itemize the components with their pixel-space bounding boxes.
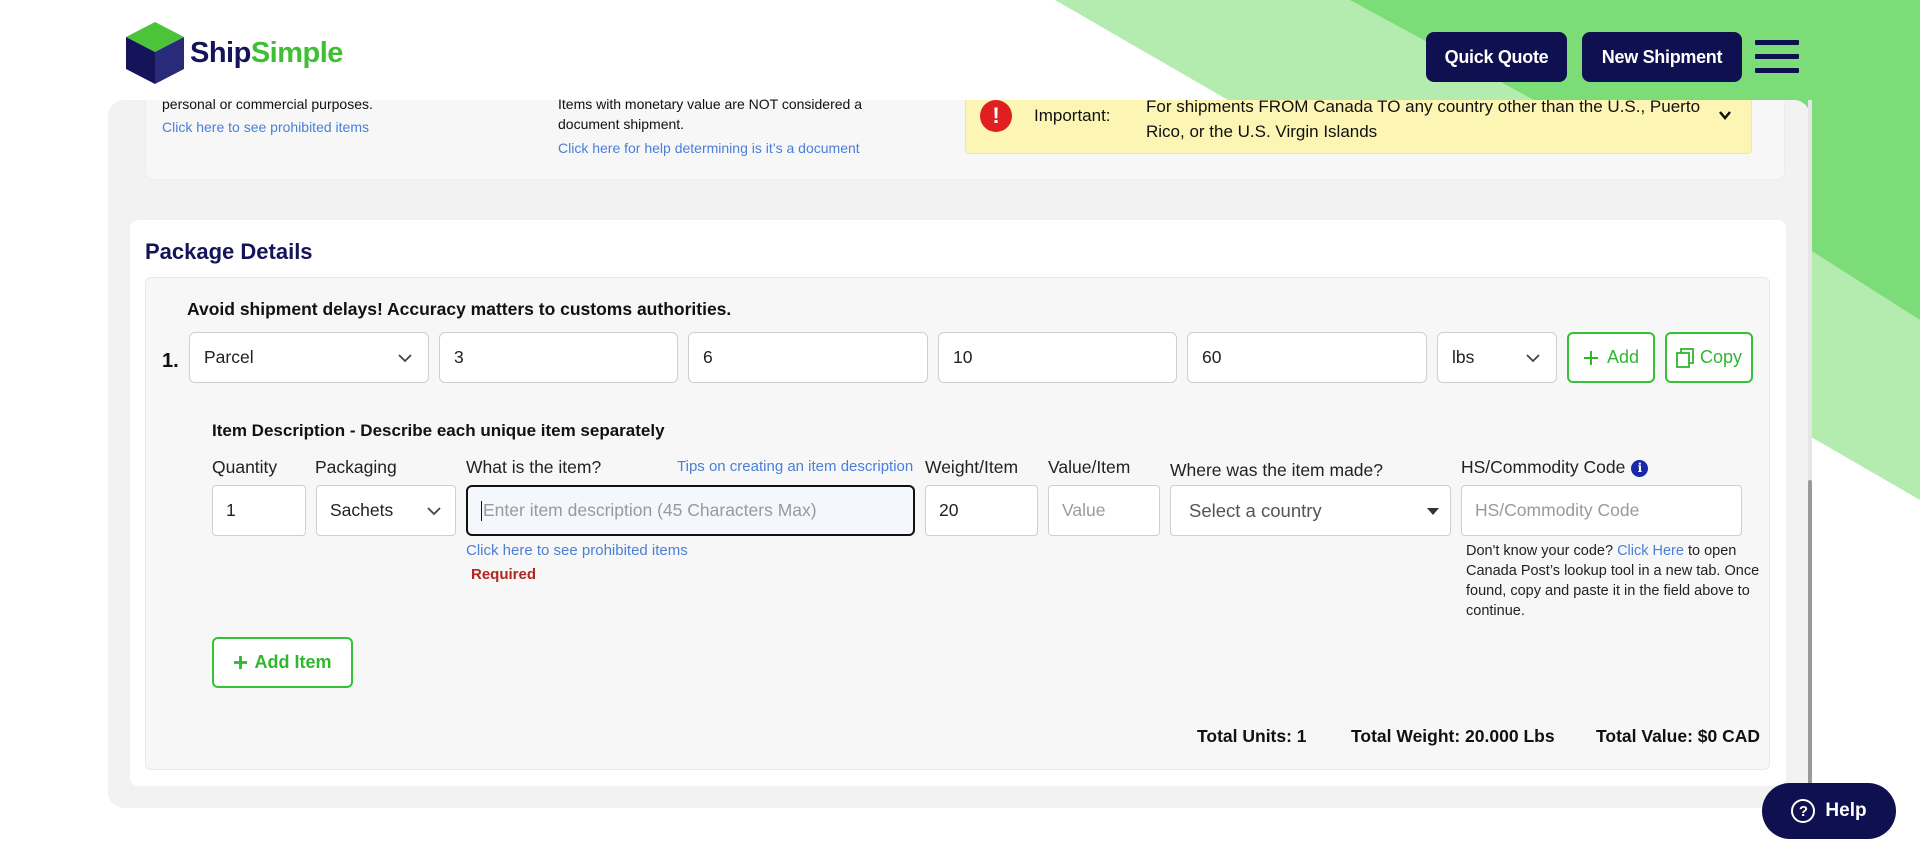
caret-down-icon xyxy=(1427,508,1439,515)
package-details-title: Package Details xyxy=(145,239,313,264)
add-package-label: Add xyxy=(1606,347,1640,367)
new-shipment-button[interactable]: New Shipment xyxy=(1582,32,1742,82)
hs-code-input[interactable]: HS/Commodity Code xyxy=(1461,485,1742,536)
important-alert[interactable]: ! Important: For shipments FROM Canada T… xyxy=(965,97,1752,154)
country-select[interactable]: Select a country xyxy=(1170,485,1451,536)
country-placeholder: Select a country xyxy=(1189,499,1322,521)
value-item-label: Value/Item xyxy=(1048,457,1131,477)
brand-logo[interactable]: ShipSimple xyxy=(124,20,343,86)
hs-code-help: Don't know your code? Click Here to open… xyxy=(1466,541,1766,621)
package-row-number: 1. xyxy=(162,350,179,372)
plus-icon xyxy=(1583,350,1598,365)
alert-label: Important: xyxy=(1034,106,1111,125)
info-icon[interactable]: i xyxy=(1631,460,1649,477)
total-units: Total Units: 1 xyxy=(1197,726,1307,746)
length-input[interactable]: 3 xyxy=(439,332,678,383)
menu-icon[interactable] xyxy=(1755,40,1799,74)
required-error: Required xyxy=(471,566,537,583)
hs-code-label: HS/Commodity Code i xyxy=(1461,457,1649,478)
prohibited-items-link-top[interactable]: Click here to see prohibited items xyxy=(162,119,369,135)
hs-code-placeholder: HS/Commodity Code xyxy=(1475,500,1640,520)
hs-help-prefix: Don't know your code? xyxy=(1466,543,1614,559)
chevron-down-icon xyxy=(398,354,412,363)
item-description-placeholder: Enter item description (45 Characters Ma… xyxy=(483,500,817,520)
weight-unit-value: lbs xyxy=(1452,347,1475,367)
plus-icon xyxy=(234,655,248,670)
tips-description-link[interactable]: Tips on creating an item description xyxy=(677,458,913,475)
add-package-button[interactable]: Add xyxy=(1567,332,1655,383)
help-label: Help xyxy=(1825,800,1867,821)
weight-item-label: Weight/Item xyxy=(925,457,1019,477)
weight-item-value: 20 xyxy=(939,500,959,520)
hs-lookup-link[interactable]: Click Here xyxy=(1617,543,1684,559)
weight-item-input[interactable]: 20 xyxy=(925,485,1038,536)
total-weight: Total Weight: 20.000 Lbs xyxy=(1351,726,1555,746)
copy-package-label: Copy xyxy=(1699,347,1743,367)
prohibited-items-link[interactable]: Click here to see prohibited items xyxy=(466,542,688,559)
packaging-label: Packaging xyxy=(315,457,397,477)
alert-text: For shipments FROM Canada TO any country… xyxy=(1146,97,1701,141)
chevron-down-icon xyxy=(1526,354,1540,363)
brand-name-simple: Simple xyxy=(250,36,344,69)
add-item-button[interactable]: Add Item xyxy=(212,637,353,688)
document-shipment-text: Items with monetary value are NOT consid… xyxy=(558,96,862,132)
length-value: 3 xyxy=(454,347,464,367)
quantity-value: 1 xyxy=(226,500,236,520)
made-in-label: Where was the item made? xyxy=(1170,460,1384,480)
copy-icon xyxy=(1676,347,1694,368)
package-type-value: Parcel xyxy=(204,347,254,367)
hs-code-label-text: HS/Commodity Code xyxy=(1461,457,1626,477)
accuracy-warning: Avoid shipment delays! Accuracy matters … xyxy=(187,299,732,319)
copy-package-button[interactable]: Copy xyxy=(1665,332,1753,383)
logo-cube-icon xyxy=(126,22,184,84)
document-help-link[interactable]: Click here for help determining is it’s … xyxy=(558,140,860,156)
item-what-label: What is the item? xyxy=(466,457,602,477)
height-input[interactable]: 10 xyxy=(938,332,1177,383)
height-value: 10 xyxy=(953,347,973,367)
width-value: 6 xyxy=(703,347,713,367)
packaging-value: Sachets xyxy=(330,500,394,520)
scrollbar-thumb[interactable] xyxy=(1808,480,1812,800)
total-value: Total Value: $0 CAD xyxy=(1596,726,1761,746)
help-button[interactable]: ? Help xyxy=(1762,783,1896,839)
item-description-title: Item Description - Describe each unique … xyxy=(212,421,665,440)
packaging-select[interactable]: Sachets xyxy=(316,485,456,536)
chevron-down-icon[interactable] xyxy=(1718,108,1732,122)
value-item-input[interactable]: Value xyxy=(1048,485,1160,536)
text-cursor xyxy=(481,500,482,521)
quantity-input[interactable]: 1 xyxy=(212,485,306,536)
item-description-input[interactable]: Enter item description (45 Characters Ma… xyxy=(466,485,915,536)
quantity-label: Quantity xyxy=(212,457,278,477)
brand-name-ship: Ship xyxy=(190,36,251,69)
weight-unit-select[interactable]: lbs xyxy=(1437,332,1557,383)
help-icon: ? xyxy=(1791,799,1816,823)
add-item-label: Add Item xyxy=(254,652,332,672)
chevron-down-icon xyxy=(427,507,441,516)
value-item-placeholder: Value xyxy=(1062,500,1106,520)
package-type-select[interactable]: Parcel xyxy=(189,332,429,383)
quick-quote-button[interactable]: Quick Quote xyxy=(1426,32,1567,82)
package-weight-value: 60 xyxy=(1202,347,1222,367)
alert-icon: ! xyxy=(980,100,1012,132)
package-weight-input[interactable]: 60 xyxy=(1187,332,1427,383)
width-input[interactable]: 6 xyxy=(688,332,928,383)
top-header: ShipSimple Quick Quote New Shipment xyxy=(0,0,1920,100)
